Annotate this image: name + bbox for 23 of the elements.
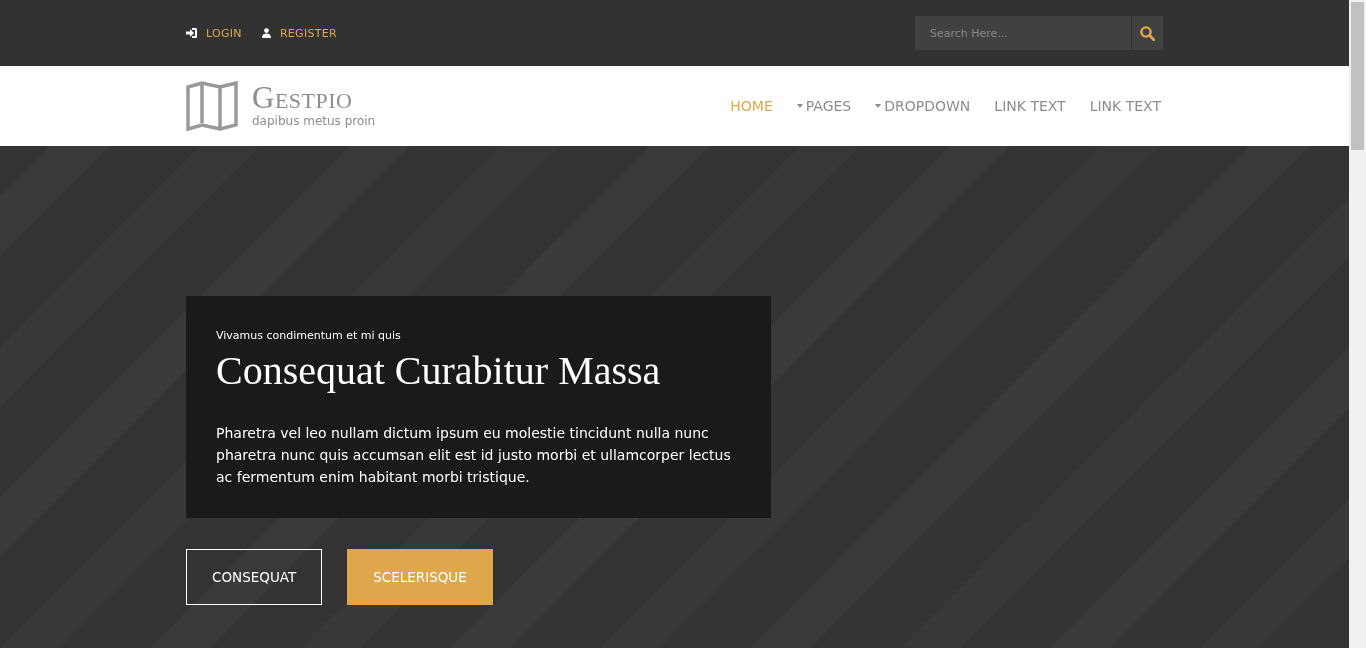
search-icon (1140, 25, 1155, 41)
login-icon (186, 28, 197, 38)
caret-icon (796, 104, 803, 108)
search-field[interactable]: Search Here... (915, 16, 1131, 50)
logo-name: GESTPIO (252, 84, 354, 114)
map-logo-icon (186, 81, 238, 131)
logo-tagline: dapibus metus proin (252, 113, 376, 128)
nav-link[interactable]: LINK TEXT (992, 98, 1068, 114)
hero-title: Consequat Curabitur Massa (216, 348, 662, 394)
nav-link[interactable]: PAGES (794, 98, 854, 114)
hero-text: Pharetra vel leo nullam dictum ipsum eu molestie tincidunt nulla nunc pharetra nunc quis accumsan elit est id justo morbi et ullamcorper lectus ac fermentum enim habitant morbi tristique. (216, 424, 732, 487)
top-link[interactable]: LOGIN (186, 26, 242, 40)
hero-button[interactable]: SCELERISQUE (347, 549, 493, 605)
top-link[interactable]: REGISTER (261, 26, 337, 40)
scrollbar[interactable] (1349, 0, 1366, 648)
nav-link[interactable]: LINK TEXT (1087, 98, 1163, 114)
search-button[interactable] (1132, 16, 1163, 50)
user-icon (261, 28, 271, 38)
caret-icon (875, 104, 882, 108)
hero-button[interactable]: CONSEQUAT (186, 549, 323, 605)
nav-link[interactable]: HOME (728, 98, 775, 114)
nav-link[interactable]: DROPDOWN (873, 98, 973, 114)
kicker-text: Vivamus condimentum et mi quis (216, 329, 402, 342)
